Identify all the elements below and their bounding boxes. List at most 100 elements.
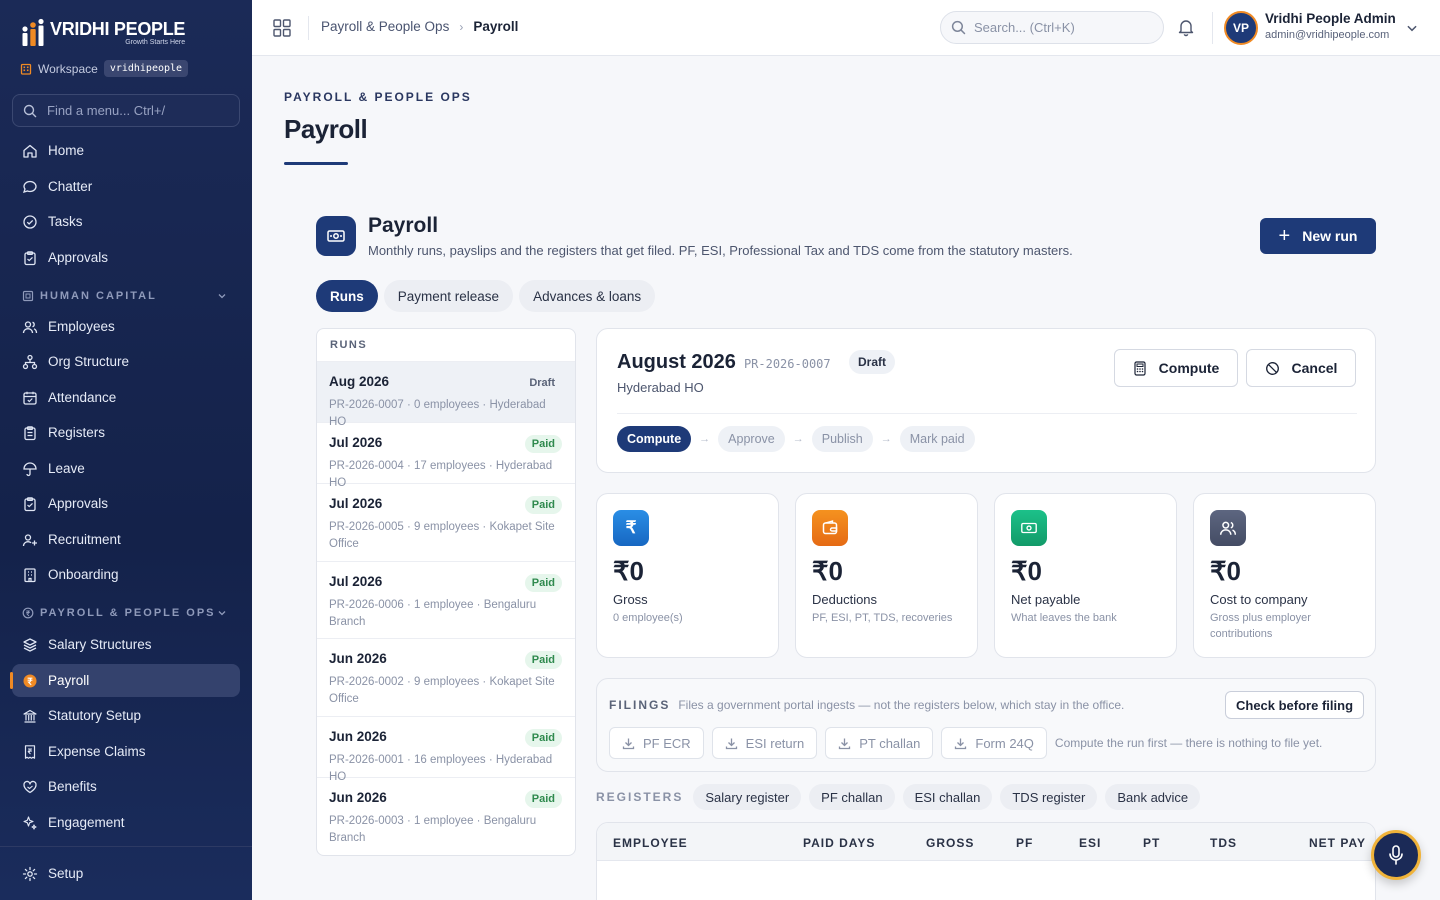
- step-publish[interactable]: Publish: [811, 426, 873, 452]
- user-menu[interactable]: Vridhi People Admin admin@vridhipeople.c…: [1265, 11, 1396, 41]
- column-header[interactable]: TDS: [1210, 836, 1237, 850]
- topbar: Payroll & People Ops › Payroll Search...…: [252, 0, 1440, 56]
- registers-bar: REGISTERS Salary register PF challan ESI…: [596, 784, 1208, 810]
- kpi-value: ₹0: [812, 556, 844, 586]
- wallet-icon: [812, 510, 848, 546]
- sidebar-item-setup[interactable]: Setup: [12, 857, 240, 890]
- sidebar-item-payroll[interactable]: Payroll: [10, 664, 240, 697]
- sidebar-item-benefits[interactable]: Benefits: [12, 770, 240, 803]
- tab-advances-loans[interactable]: Advances & loans: [519, 280, 656, 312]
- tab-runs[interactable]: Runs: [316, 280, 378, 312]
- sidebar-item-engagement[interactable]: Engagement: [12, 806, 240, 839]
- runs-list-header: RUNS: [317, 329, 575, 362]
- kpi-cost-to-company: ₹0 Cost to company Gross plus employer c…: [1193, 493, 1376, 658]
- register-tds[interactable]: TDS register: [1000, 784, 1098, 810]
- column-header[interactable]: PT: [1143, 836, 1160, 850]
- check-before-filing-button[interactable]: Check before filing: [1225, 691, 1364, 719]
- run-item[interactable]: Jul 2026 Paid PR-2026-0005 · 9 employees…: [317, 484, 575, 562]
- run-item[interactable]: Jun 2026 Paid PR-2026-0002 · 9 employees…: [317, 639, 575, 717]
- register-bank-advice[interactable]: Bank advice: [1105, 784, 1201, 810]
- sidebar-item-home[interactable]: Home: [12, 134, 240, 167]
- chevron-right-icon: ›: [459, 19, 464, 34]
- sidebar-item-org-structure[interactable]: Org Structure: [12, 345, 240, 378]
- column-header[interactable]: EMPLOYEE: [613, 836, 688, 850]
- clipboard-icon: [24, 250, 36, 265]
- logo-mark-icon: [20, 18, 46, 48]
- user-name: Vridhi People Admin: [1265, 11, 1396, 26]
- download-pt-challan-button[interactable]: PT challan: [825, 727, 934, 759]
- kpi-subtext: PF, ESI, PT, TDS, recoveries: [812, 612, 953, 624]
- chevron-down-icon: [218, 611, 226, 616]
- status-badge: Paid: [524, 496, 562, 514]
- sidebar-item-salary-structures[interactable]: Salary Structures: [12, 628, 240, 661]
- step-mark-paid[interactable]: Mark paid: [899, 426, 975, 452]
- microphone-icon: [1389, 845, 1403, 865]
- download-form-24q-button[interactable]: Form 24Q: [941, 727, 1047, 759]
- step-compute[interactable]: Compute: [617, 426, 692, 452]
- run-item[interactable]: Jun 2026 Paid PR-2026-0003 · 1 employee …: [317, 778, 575, 855]
- search-icon: [23, 104, 37, 117]
- workspace-label: Workspace: [38, 61, 98, 76]
- app-grid-icon[interactable]: [272, 18, 292, 38]
- avatar[interactable]: VP: [1224, 11, 1258, 45]
- org-chart-icon: [22, 354, 38, 369]
- kpi-net-payable: ₹0 Net payable What leaves the bank: [994, 493, 1177, 658]
- status-badge: Paid: [524, 729, 562, 747]
- user-plus-icon: [22, 533, 37, 546]
- sidebar-item-statutory-setup[interactable]: Statutory Setup: [12, 699, 240, 732]
- new-run-button[interactable]: + New run: [1260, 218, 1376, 254]
- column-header[interactable]: PAID DAYS: [803, 836, 875, 850]
- workspace-chip[interactable]: vridhipeople: [103, 60, 189, 77]
- kpi-label: Net payable: [1011, 592, 1081, 607]
- filings-note: Compute the run first — there is nothing…: [1054, 736, 1323, 750]
- sidebar-item-tasks[interactable]: Tasks: [12, 205, 240, 238]
- download-esi-return-button[interactable]: ESI return: [711, 727, 818, 759]
- heart-handshake-icon: [23, 780, 37, 793]
- clipboard-icon: [24, 496, 36, 511]
- voice-assistant-button[interactable]: [1371, 830, 1421, 880]
- step-approve[interactable]: Approve: [718, 426, 785, 452]
- kpi-deductions: ₹0 Deductions PF, ESI, PT, TDS, recoveri…: [795, 493, 978, 658]
- breadcrumb-parent[interactable]: Payroll & People Ops: [321, 19, 449, 34]
- module-subtitle: Monthly runs, payslips and the registers…: [368, 243, 1073, 258]
- sidebar-item-registers[interactable]: Registers: [12, 416, 240, 449]
- column-header[interactable]: NET PAY: [1309, 836, 1366, 850]
- run-item[interactable]: Jun 2026 Paid PR-2026-0001 · 16 employee…: [317, 717, 575, 783]
- register-pf-challan[interactable]: PF challan: [809, 784, 895, 810]
- global-search-input[interactable]: Search... (Ctrl+K): [940, 11, 1164, 44]
- register-esi-challan[interactable]: ESI challan: [902, 784, 993, 810]
- register-salary[interactable]: Salary register: [693, 784, 802, 810]
- sidebar-item-expense-claims[interactable]: Expense Claims: [12, 735, 240, 768]
- chevron-down-icon[interactable]: [1405, 21, 1419, 35]
- brand-logo[interactable]: VRIDHI PEOPLE Growth Starts Here: [20, 18, 185, 48]
- sidebar-item-chatter[interactable]: Chatter: [12, 170, 240, 203]
- run-item[interactable]: Aug 2026 Draft PR-2026-0007 · 0 employee…: [317, 362, 575, 428]
- run-item[interactable]: Jul 2026 Paid PR-2026-0004 · 17 employee…: [317, 423, 575, 489]
- tab-payment-release[interactable]: Payment release: [383, 280, 514, 312]
- run-item[interactable]: Jul 2026 Paid PR-2026-0006 · 1 employee …: [317, 562, 575, 639]
- status-badge: Draft: [849, 350, 896, 374]
- menu-search-placeholder: Find a menu... Ctrl+/: [47, 103, 166, 118]
- cancel-button[interactable]: Cancel: [1246, 349, 1356, 387]
- sidebar-item-onboarding[interactable]: Onboarding: [12, 558, 240, 591]
- bell-icon[interactable]: [1176, 17, 1196, 37]
- sidebar-item-approvals[interactable]: Approvals: [12, 241, 240, 274]
- section-human-capital[interactable]: HUMAN CAPITAL: [22, 290, 240, 302]
- download-pf-ecr-button[interactable]: PF ECR: [609, 727, 704, 759]
- column-header[interactable]: ESI: [1079, 836, 1101, 850]
- rupee-circle-icon: [22, 607, 34, 619]
- sidebar-item-recruitment[interactable]: Recruitment: [12, 523, 240, 556]
- menu-search-input[interactable]: Find a menu... Ctrl+/: [12, 94, 240, 127]
- sidebar-item-approvals-hc[interactable]: Approvals: [12, 487, 240, 520]
- registers-title: REGISTERS: [596, 790, 684, 804]
- status-badge: Paid: [524, 435, 562, 453]
- section-payroll-people-ops[interactable]: PAYROLL & PEOPLE OPS: [22, 607, 240, 619]
- filings-title: FILINGS: [609, 698, 671, 712]
- column-header[interactable]: PF: [1016, 836, 1033, 850]
- sidebar-item-employees[interactable]: Employees: [12, 310, 240, 343]
- sidebar-item-leave[interactable]: Leave: [12, 452, 240, 485]
- sidebar-item-attendance[interactable]: Attendance: [12, 381, 240, 414]
- compute-button[interactable]: Compute: [1114, 349, 1238, 387]
- column-header[interactable]: GROSS: [926, 836, 974, 850]
- users-icon: [22, 320, 38, 333]
